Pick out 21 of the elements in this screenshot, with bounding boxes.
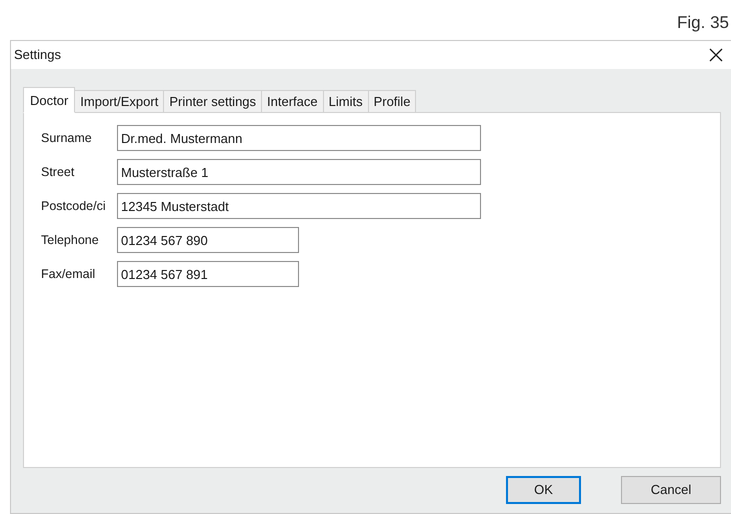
close-icon[interactable] (709, 48, 723, 62)
tab[interactable]: Printer settings (164, 90, 262, 113)
tab[interactable]: Profile (368, 90, 416, 113)
figure-label: Fig. 35 (677, 12, 729, 34)
field-label: Fax/email (41, 266, 96, 283)
window-title: Settings (14, 46, 61, 64)
text-field[interactable]: 01234 567 890 (117, 227, 299, 253)
text-field[interactable]: 01234 567 891 (117, 261, 299, 287)
tab[interactable]: Interface (262, 90, 324, 113)
tab[interactable]: Doctor (23, 87, 76, 113)
field-label: Street (41, 164, 76, 181)
dialog-button[interactable]: OK (506, 476, 581, 504)
field-label: Surname (41, 130, 93, 147)
tab[interactable]: Import/Export (75, 90, 164, 113)
tab[interactable]: Limits (324, 90, 369, 113)
dialog-button[interactable]: Cancel (621, 476, 721, 504)
text-field[interactable]: Musterstraße 1 (117, 159, 481, 185)
text-field[interactable]: Dr.med. Mustermann (117, 125, 481, 151)
field-label: Telephone (41, 232, 100, 249)
field-label: Postcode/ci (41, 198, 107, 215)
text-field[interactable]: 12345 Musterstadt (117, 193, 481, 219)
